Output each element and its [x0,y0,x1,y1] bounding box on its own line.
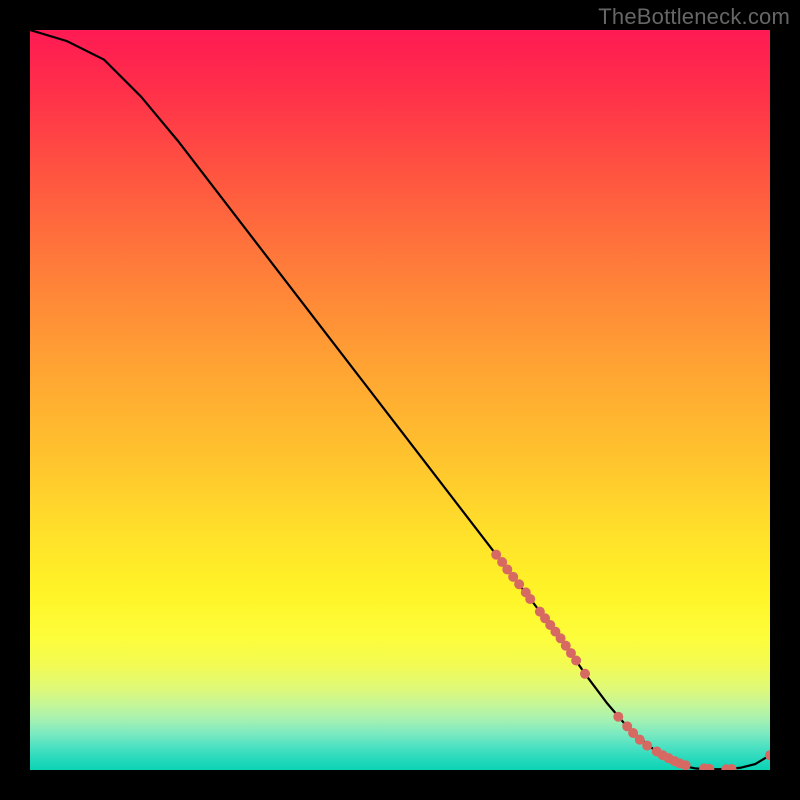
watermark-text: TheBottleneck.com [598,4,790,30]
marker-dot [642,741,652,751]
chart-frame: TheBottleneck.com [0,0,800,800]
marker-dot [525,594,535,604]
plot-area [30,30,770,770]
curve-layer [30,30,770,770]
marker-dot [514,579,524,589]
marker-dot [571,655,581,665]
curve-markers [491,550,770,770]
marker-dot [681,760,691,770]
marker-dot [613,712,623,722]
bottleneck-curve [30,30,770,769]
marker-dot [580,669,590,679]
